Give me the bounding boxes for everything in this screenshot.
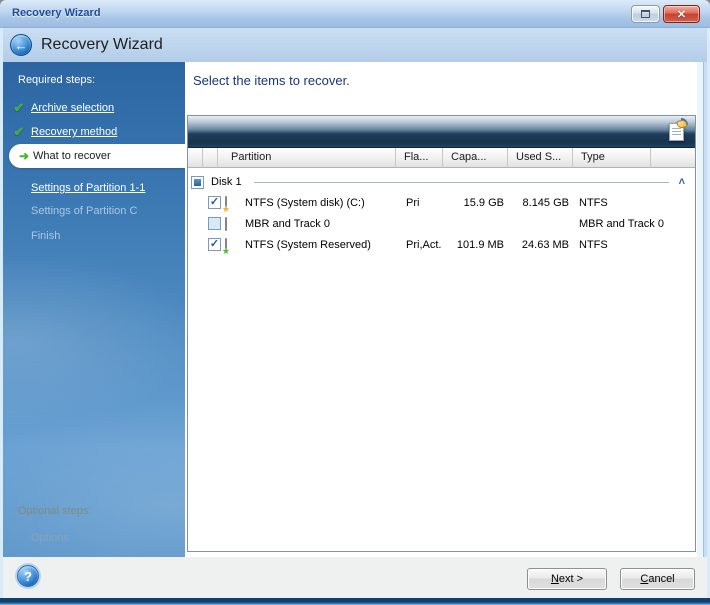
close-icon: ✕	[676, 8, 687, 21]
partition-capacity: 15.9 GB	[463, 196, 504, 209]
sidebar-item-label: Settings of Partition 1-1	[31, 182, 146, 194]
partition-name: MBR and Track 0	[245, 217, 330, 230]
partition-disk-icon: ★	[222, 195, 230, 213]
required-steps-heading: Required steps:	[18, 74, 96, 86]
row-checkbox[interactable]: ✓	[208, 238, 221, 251]
column-header-icon[interactable]	[203, 148, 218, 168]
page-title: Recovery Wizard	[41, 36, 163, 53]
star-icon: ★	[221, 245, 230, 256]
main-content: Select the items to recover. Partition F…	[185, 62, 697, 557]
cancel-button[interactable]: Cancel	[620, 568, 695, 590]
sidebar-item-options: Options	[31, 532, 69, 544]
sidebar-item-settings-partition-c: Settings of Partition C	[3, 201, 185, 221]
recovery-items-panel: Partition Fla... Capa... Used S... Type …	[187, 115, 696, 552]
disk-group-row[interactable]: Disk 1 ˄	[188, 172, 695, 192]
sidebar-steps: Required steps: ✔ Archive selection ✔ Re…	[3, 62, 185, 557]
sidebar-item-label: What to recover	[33, 150, 111, 162]
wizard-header: ← Recovery Wizard	[0, 28, 710, 62]
row-checkbox[interactable]	[208, 217, 221, 230]
column-header-capacity[interactable]: Capa...	[443, 148, 508, 168]
column-header-filler	[651, 148, 695, 168]
row-checkbox[interactable]: ✓	[208, 196, 221, 209]
column-settings-icon	[668, 118, 688, 141]
partition-disk-icon	[225, 216, 227, 231]
titlebar[interactable]: Recovery Wizard ✕	[0, 0, 710, 28]
next-button[interactable]: Next >	[527, 568, 607, 590]
step-current-icon: ➜	[18, 149, 30, 163]
star-icon: ★	[221, 203, 230, 214]
back-button[interactable]: ←	[10, 34, 32, 56]
items-toolbar	[188, 116, 695, 148]
step-done-icon: ✔	[13, 100, 25, 115]
close-button[interactable]: ✕	[663, 5, 700, 23]
table-header: Partition Fla... Capa... Used S... Type	[188, 148, 695, 168]
partition-type: MBR and Track 0	[579, 217, 664, 230]
window-gutter-right	[697, 62, 707, 557]
window-frame-bottom	[0, 598, 710, 605]
sidebar-item-what-to-recover[interactable]: ➜ What to recover	[9, 144, 185, 168]
group-divider	[253, 181, 669, 183]
sidebar-item-settings-partition-1-1[interactable]: Settings of Partition 1-1	[3, 178, 185, 198]
disk-label: Disk 1	[211, 176, 242, 188]
partition-type: NTFS	[579, 196, 608, 209]
column-header-flags[interactable]: Fla...	[396, 148, 443, 168]
partition-used-space: 8.145 GB	[522, 196, 569, 209]
sidebar-item-label: Recovery method	[31, 126, 118, 138]
table-row[interactable]: ✓ ★ NTFS (System disk) (C:) Pri 15.9 GB …	[188, 192, 695, 213]
partition-capacity: 101.9 MB	[456, 238, 504, 251]
column-settings-button[interactable]	[664, 118, 688, 144]
sidebar-item-recovery-method[interactable]: ✔ Recovery method	[3, 122, 185, 142]
restore-icon	[641, 10, 650, 18]
restore-button[interactable]	[631, 5, 660, 23]
sidebar-item-label: Finish	[31, 230, 61, 242]
partition-disk-icon: ★	[222, 237, 230, 255]
partition-used-space: 24.63 MB	[521, 238, 569, 251]
optional-steps-heading: Optional steps:	[18, 505, 92, 517]
table-row[interactable]: MBR and Track 0 MBR and Track 0	[188, 213, 695, 234]
check-icon: ✓	[209, 237, 220, 250]
sidebar-item-label: Settings of Partition C	[31, 205, 138, 217]
column-header-checkbox[interactable]	[188, 148, 203, 168]
partition-flags: Pri,Act.	[406, 238, 442, 251]
disk-checkbox[interactable]	[191, 175, 204, 189]
window-title: Recovery Wizard	[12, 7, 101, 19]
sidebar-item-archive-selection[interactable]: ✔ Archive selection	[3, 98, 185, 118]
step-done-icon: ✔	[13, 124, 25, 139]
recovery-wizard-window: Recovery Wizard ✕ ← Recovery Wizard Requ…	[0, 0, 710, 605]
column-header-partition[interactable]: Partition	[218, 148, 396, 168]
footer-bar: ? Next > Cancel	[3, 557, 707, 598]
column-header-used-space[interactable]: Used S...	[508, 148, 573, 168]
table-body: Disk 1 ˄ ✓ ★ NTFS (System disk) (C:) Pri…	[188, 172, 695, 255]
table-row[interactable]: ✓ ★ NTFS (System Reserved) Pri,Act. 101.…	[188, 234, 695, 255]
sidebar-item-label: Archive selection	[31, 102, 115, 114]
sidebar-item-finish: Finish	[3, 226, 185, 246]
collapse-icon[interactable]: ˄	[679, 176, 685, 188]
partition-type: NTFS	[579, 238, 608, 251]
partition-name: NTFS (System disk) (C:)	[245, 196, 365, 209]
help-button[interactable]: ?	[17, 565, 39, 587]
column-header-type[interactable]: Type	[573, 148, 651, 168]
partition-name: NTFS (System Reserved)	[245, 238, 371, 251]
partition-flags: Pri	[406, 196, 420, 209]
help-icon: ?	[24, 568, 32, 584]
step-instruction: Select the items to recover.	[193, 73, 350, 88]
check-icon: ✓	[209, 195, 220, 208]
back-arrow-icon: ←	[14, 37, 28, 53]
